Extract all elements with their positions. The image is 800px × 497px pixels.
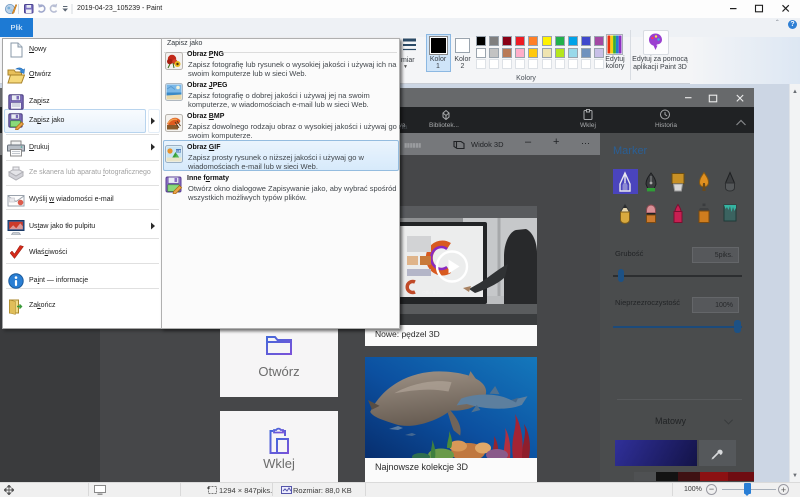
svg-text:Offic 8.2x5: Offic 8.2x5 — [422, 290, 444, 295]
svg-text:GIF: GIF — [176, 149, 181, 153]
